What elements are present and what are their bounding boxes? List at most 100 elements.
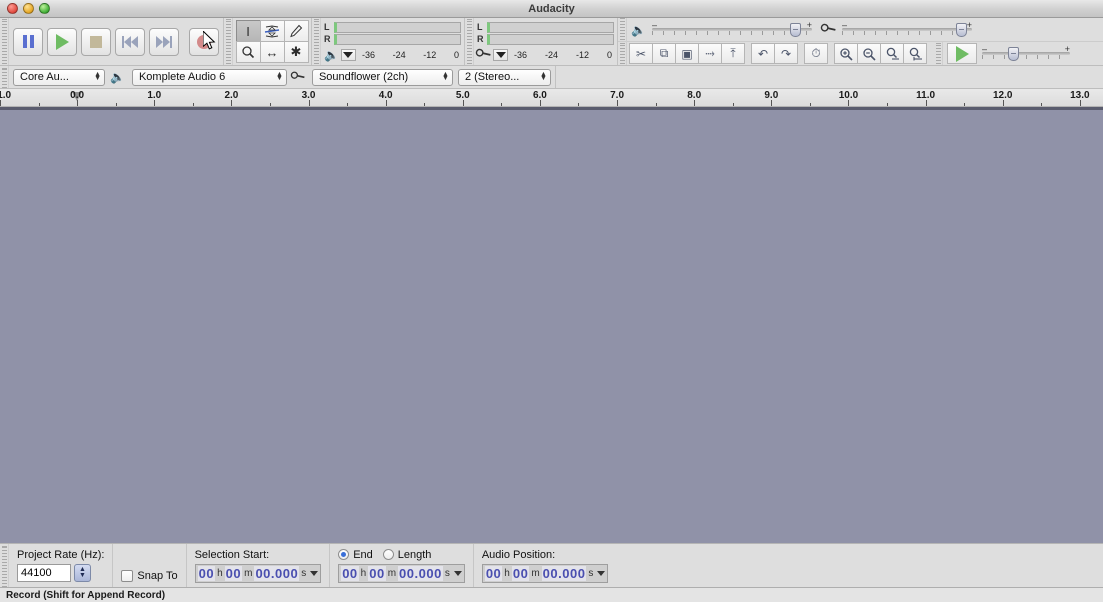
device-dock-filler [556, 66, 1103, 88]
play-speed-slider[interactable]: – + [982, 44, 1070, 62]
input-meter-scale: -36 -24 -12 0 [508, 50, 614, 60]
play-at-speed-toolbar: – + [943, 43, 1074, 64]
zoom-tool-button[interactable] [235, 41, 261, 63]
ruler-tick-label: 10.0 [838, 90, 859, 101]
input-meter-menu-button[interactable] [493, 48, 508, 61]
input-meter-grabber[interactable] [465, 18, 474, 65]
tools-toolbar: I ↔ ✱ [224, 18, 312, 65]
input-meter-toolbar: L R -36 -24 -12 0 [465, 18, 618, 65]
output-meter-scale: -36 -24 -12 0 [356, 50, 461, 60]
seconds-unit: s [444, 567, 450, 579]
zoom-out-button[interactable] [857, 43, 881, 64]
output-volume-plus-label: + [806, 19, 812, 30]
hours-unit: h [360, 567, 367, 579]
sync-lock-button[interactable]: ⏱ [804, 43, 828, 64]
input-volume-mic-icon [818, 19, 839, 41]
output-meter-grabber[interactable] [312, 18, 321, 65]
input-channels-value: 2 (Stereo... [464, 71, 520, 83]
i-beam-icon: I [246, 23, 250, 39]
silence-icon: ⤒ [730, 46, 736, 60]
selection-toolbar: Project Rate (Hz): ▲▼ Snap To Selection … [0, 543, 1103, 587]
zoom-out-icon [862, 47, 876, 61]
timeline-ruler[interactable]: – 1.0 0.0 1.0 2.0 3.0 4.0 5.0 6.0 7.0 8.0 9.0 10.0 1… [0, 89, 1103, 107]
pause-button[interactable] [13, 27, 43, 56]
tools-toolbar-grabber[interactable] [224, 18, 233, 65]
status-message: Record (Shift for Append Record) [6, 589, 166, 601]
edit-toolbar: ✂ ⧉ ▣ ⤑ ⤒ ↶ ↷ ⏱ [627, 43, 930, 64]
audio-host-select[interactable]: Core Au... ▲ ▼ [13, 68, 105, 86]
record-button[interactable] [189, 27, 219, 56]
snap-to-checkbox[interactable] [121, 570, 134, 582]
multi-tool-button[interactable]: ✱ [283, 41, 309, 63]
minutes-digits: 00 [224, 565, 243, 581]
draw-tool-button[interactable] [283, 20, 309, 42]
output-volume-thumb[interactable] [789, 22, 801, 37]
selection-end-menu-icon[interactable] [453, 570, 462, 576]
cut-button[interactable]: ✂ [629, 43, 653, 64]
play-speed-thumb[interactable] [1008, 46, 1020, 61]
audio-position-field[interactable]: 00 h 00 m 00.000 s [481, 563, 609, 583]
selection-start-menu-icon[interactable] [310, 570, 319, 576]
project-rate-stepper[interactable]: ▲ ▼ [74, 564, 91, 582]
length-radio[interactable] [382, 549, 394, 560]
fit-project-button[interactable] [903, 43, 927, 64]
envelope-tool-button[interactable] [259, 20, 285, 42]
skip-to-end-button[interactable] [149, 27, 179, 56]
input-volume-thumb[interactable] [956, 22, 968, 37]
selection-start-field[interactable]: 00 h 00 m 00.000 s [194, 563, 322, 583]
selection-tool-button[interactable]: I [235, 20, 261, 42]
ruler-minor-tick [269, 103, 271, 106]
trim-icon: ⤑ [705, 46, 715, 60]
stop-button[interactable] [81, 27, 111, 56]
input-meter[interactable]: L R -36 -24 -12 0 [474, 20, 617, 64]
db-tick: 0 [453, 49, 459, 60]
output-meter-menu-button[interactable] [340, 48, 356, 61]
output-device-select[interactable]: Komplete Audio 6 ▲ ▼ [131, 68, 287, 86]
end-length-group: End Length 00 h 00 m 00.000 s [330, 544, 474, 587]
output-meter[interactable]: L R 🔈 -36 -24 -12 0 [321, 20, 464, 64]
trim-audio-button[interactable]: ⤑ [698, 43, 722, 64]
output-device-value: Komplete Audio 6 [138, 71, 226, 83]
play-at-speed-grabber[interactable] [934, 42, 943, 65]
output-volume-slider[interactable]: – + [651, 19, 812, 38]
selection-start-group: Selection Start: 00 h 00 m 00.000 s [187, 544, 331, 587]
play-at-speed-button[interactable] [947, 43, 977, 64]
selection-end-field[interactable]: 00 h 00 m 00.000 s [338, 563, 465, 583]
track-panel[interactable] [0, 107, 1103, 543]
fit-selection-button[interactable] [880, 43, 904, 64]
undo-button[interactable]: ↶ [751, 43, 775, 64]
play-at-speed-icon [955, 45, 969, 62]
window-title: Audacity [528, 2, 575, 15]
hours-digits: 00 [484, 565, 503, 581]
silence-audio-button[interactable]: ⤒ [721, 43, 745, 64]
ruler-minor-tick [809, 103, 811, 106]
project-rate-input[interactable] [17, 564, 71, 582]
copy-icon: ⧉ [659, 46, 669, 60]
input-device-mic-icon [289, 67, 309, 88]
mixer-toolbar-grabber[interactable] [618, 18, 627, 42]
zoom-in-button[interactable] [834, 43, 858, 64]
paste-button[interactable]: ▣ [675, 43, 699, 64]
device-toolbar-grabber[interactable] [0, 66, 9, 88]
hours-unit: h [217, 567, 223, 579]
edit-toolbar-grabber[interactable] [618, 42, 627, 65]
redo-button[interactable]: ↷ [774, 43, 798, 64]
scissors-icon: ✂ [635, 46, 647, 61]
project-rate-group: Project Rate (Hz): ▲▼ [9, 544, 114, 587]
pencil-icon [290, 24, 303, 38]
end-radio[interactable] [338, 549, 350, 560]
minutes-unit: m [244, 567, 253, 579]
skip-end-icon [156, 35, 172, 48]
selection-toolbar-grabber[interactable] [0, 544, 9, 587]
time-shift-tool-button[interactable]: ↔ [259, 41, 285, 63]
play-button[interactable] [47, 27, 77, 56]
audio-position-menu-icon[interactable] [597, 570, 606, 576]
transport-toolbar-grabber[interactable] [0, 18, 9, 65]
input-device-select[interactable]: Soundflower (2ch) ▲ ▼ [311, 68, 453, 86]
input-volume-slider[interactable]: – + [841, 20, 972, 38]
input-meter-left-label: L [477, 21, 483, 32]
copy-button[interactable]: ⧉ [652, 43, 676, 64]
minutes-unit: m [387, 567, 397, 579]
skip-to-start-button[interactable] [115, 27, 145, 56]
input-channels-select[interactable]: 2 (Stereo... ▲ ▼ [457, 68, 551, 86]
